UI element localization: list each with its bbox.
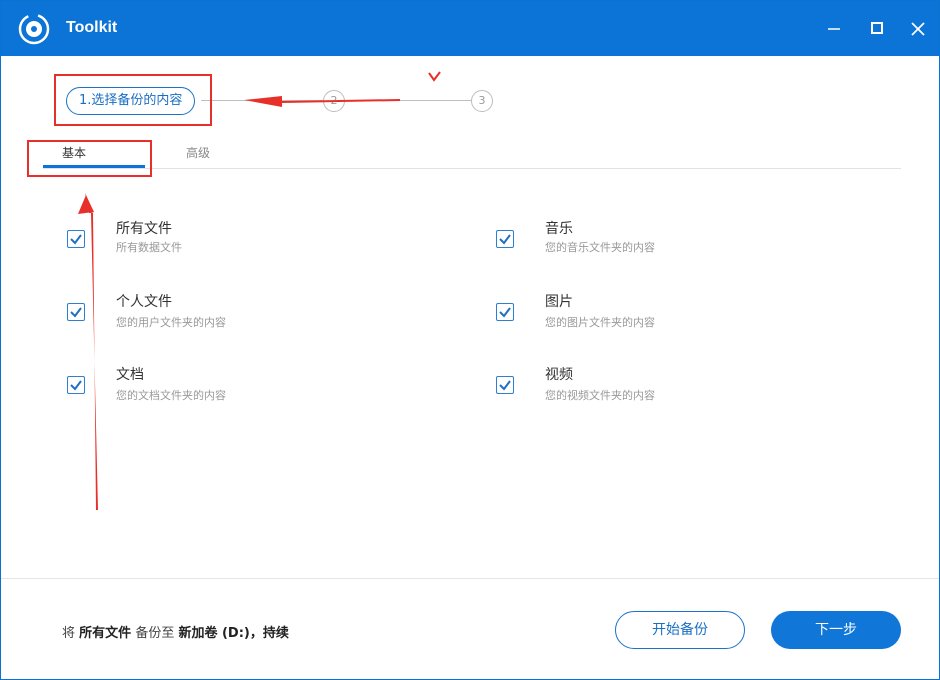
option-title: 个人文件 (116, 294, 172, 310)
option-desc: 您的用户文件夹的内容 (116, 316, 226, 329)
footer-divider (1, 578, 939, 579)
checkbox-pictures[interactable] (496, 303, 514, 321)
minimize-button[interactable] (819, 13, 849, 43)
checkmark-icon (70, 380, 82, 391)
summary-middle: 备份至 (135, 626, 175, 641)
app-logo-icon (18, 13, 50, 45)
annotation-box-step (54, 74, 212, 126)
option-desc: 您的视频文件夹的内容 (545, 389, 655, 402)
checkbox-videos[interactable] (496, 376, 514, 394)
option-title: 所有文件 (116, 221, 172, 237)
minimize-icon (828, 28, 840, 30)
start-backup-button[interactable]: 开始备份 (615, 611, 745, 649)
option-title: 文档 (116, 367, 144, 383)
checkmark-icon (499, 307, 511, 318)
summary-source: 所有文件 (79, 626, 132, 641)
close-icon (911, 22, 925, 36)
summary-suffix: ，持续 (249, 626, 289, 641)
checkmark-icon (499, 380, 511, 391)
option-desc: 您的音乐文件夹的内容 (545, 241, 655, 254)
checkmark-icon (70, 307, 82, 318)
tabs-divider (43, 168, 901, 169)
checkbox-personal-files[interactable] (67, 303, 85, 321)
maximize-button[interactable] (862, 13, 892, 43)
annotation-box-tab (27, 140, 152, 177)
maximize-icon (871, 22, 883, 34)
step-connector-2 (345, 100, 471, 101)
checkbox-documents[interactable] (67, 376, 85, 394)
step-2-circle: 2 (323, 90, 345, 112)
option-title: 音乐 (545, 221, 573, 237)
option-title: 视频 (545, 367, 573, 383)
summary-prefix: 将 (62, 626, 76, 641)
tab-advanced[interactable]: 高级 (186, 144, 210, 161)
option-title: 图片 (545, 294, 573, 310)
checkbox-music[interactable] (496, 230, 514, 248)
checkmark-icon (70, 234, 82, 245)
checkmark-icon (499, 234, 511, 245)
next-step-button[interactable]: 下一步 (771, 611, 901, 649)
title-bar: Toolkit (1, 1, 939, 56)
summary-target: 新加卷 (D:) (178, 626, 250, 641)
checkbox-all-files[interactable] (67, 230, 85, 248)
app-title: Toolkit (66, 19, 118, 36)
option-desc: 您的图片文件夹的内容 (545, 316, 655, 329)
option-desc: 您的文档文件夹的内容 (116, 389, 226, 402)
step-connector-1 (201, 100, 323, 101)
close-button[interactable] (903, 13, 933, 43)
step-3-circle: 3 (471, 90, 493, 112)
option-desc: 所有数据文件 (116, 241, 182, 254)
backup-summary: 将 所有文件 备份至 新加卷 (D:)，持续 (62, 622, 289, 641)
